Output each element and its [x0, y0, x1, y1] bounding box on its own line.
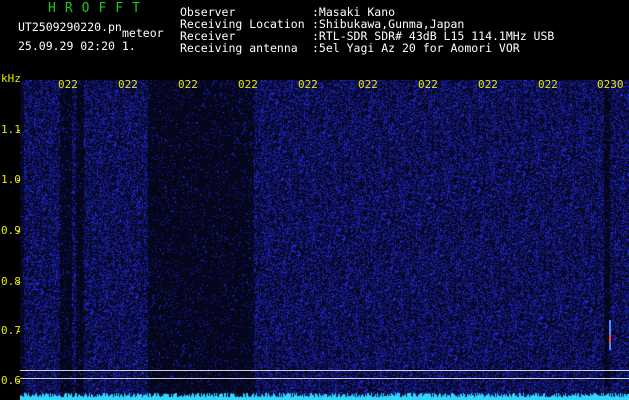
- antenna-label: Receiving antenna: [180, 41, 298, 55]
- x-tick-label: 022: [358, 78, 378, 91]
- x-tick-label: 022: [418, 78, 438, 91]
- y-tick-mark: [17, 381, 20, 382]
- meteor-echo-peak: [609, 335, 611, 343]
- x-tick-label: 022: [58, 78, 78, 91]
- header-panel: HROFFT UT2509290220.pn meteor 25.09.29 0…: [0, 0, 629, 80]
- x-tick-label: 0230: [597, 78, 624, 91]
- spectrogram-plot: [20, 80, 629, 400]
- x-tick-label: 022: [478, 78, 498, 91]
- y-tick-mark: [17, 180, 20, 181]
- y-tick-mark: [17, 231, 20, 232]
- y-tick-mark: [17, 282, 20, 283]
- x-tick-label: 022: [178, 78, 198, 91]
- file-name: UT2509290220.pn: [18, 20, 122, 34]
- x-tick-label: 022: [118, 78, 138, 91]
- x-tick-label: 022: [298, 78, 318, 91]
- reference-line: [20, 378, 629, 379]
- y-axis-unit: kHz: [1, 72, 21, 85]
- x-tick-label: 022: [238, 78, 258, 91]
- y-tick-mark: [17, 130, 20, 131]
- x-tick-label: 022: [538, 78, 558, 91]
- spectrogram-noise: [20, 80, 629, 400]
- meteor-type-label: meteor: [122, 26, 164, 40]
- antenna-value: :5el Yagi Az 20 for Aomori VOR: [312, 41, 520, 55]
- reference-line: [20, 370, 629, 371]
- y-tick-mark: [17, 331, 20, 332]
- app-title: HROFFT: [48, 1, 149, 16]
- timestamp: 25.09.29 02:20 1.: [18, 39, 136, 53]
